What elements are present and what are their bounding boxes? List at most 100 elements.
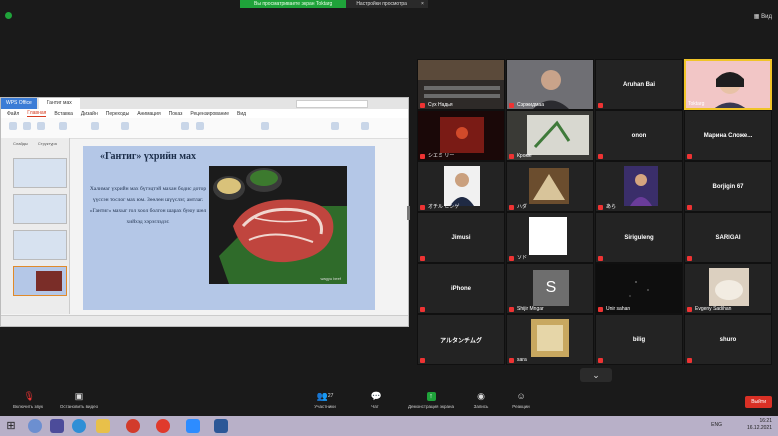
menu-item[interactable]: Показ	[169, 111, 183, 117]
gallery-next-page-button[interactable]: ⌄	[580, 368, 612, 382]
participant-tile[interactable]: bilig	[595, 314, 683, 365]
muted-mic-icon	[598, 154, 603, 159]
participant-name: シエミ リー	[428, 153, 455, 159]
record-button[interactable]: ◉ Запись	[468, 392, 494, 410]
tray-language[interactable]: ENG	[711, 422, 722, 428]
new-slide-icon[interactable]	[59, 122, 67, 130]
edge-browser-icon[interactable]	[72, 419, 86, 433]
participant-avatar: S	[533, 270, 569, 306]
participant-tile[interactable]: Unir sahan	[595, 263, 683, 314]
taskbar-clock[interactable]: 16:21 16.12.2021	[747, 418, 772, 432]
participant-tile[interactable]: Сүх Надья	[417, 59, 505, 110]
participant-name: Evgeny Sadihan	[695, 306, 732, 312]
menu-item[interactable]: Вид	[237, 111, 246, 117]
unmute-button[interactable]: 🎙 Включить звук	[6, 392, 50, 410]
reactions-label: Реакции	[512, 404, 530, 409]
app-search-input[interactable]	[296, 99, 368, 108]
participant-tile[interactable]: Марина Сложе...	[684, 110, 772, 161]
slide-canvas[interactable]: «Гантиг» үхрийн мах Халимаг үхрийн мах б…	[83, 146, 375, 310]
shapes-icon[interactable]	[331, 122, 339, 130]
opera-icon[interactable]	[126, 419, 140, 433]
chat-button[interactable]: 💬 Чат	[364, 392, 386, 410]
tab-outline[interactable]: Структура	[38, 141, 57, 146]
menu-item[interactable]: Рецензирование	[190, 111, 229, 117]
participant-name: Сэржидмаа	[517, 102, 544, 108]
view-button[interactable]: ▦ Вид	[754, 13, 772, 20]
shared-screen: WPS Office Гантиг мах Файл Главная Встав…	[0, 97, 409, 327]
muted-mic-icon	[687, 205, 692, 210]
participant-tile[interactable]: Evgeny Sadihan	[684, 263, 772, 314]
participant-tile[interactable]: Aruhan Bai	[595, 59, 683, 110]
participant-tile[interactable]: Сэржидмаа	[506, 59, 594, 110]
muted-mic-icon	[598, 358, 603, 363]
participants-label: Участники	[314, 404, 336, 409]
bold-icon[interactable]	[181, 122, 189, 130]
align-icon[interactable]	[261, 122, 269, 130]
participant-tile[interactable]: S Shijir Mngar	[506, 263, 594, 314]
cut-icon[interactable]	[23, 122, 31, 130]
slide-thumbnail[interactable]	[13, 194, 67, 224]
reactions-button[interactable]: ☺ Реакции	[506, 392, 536, 410]
windows-start-icon[interactable]: ⊞	[4, 419, 18, 433]
paste-icon[interactable]	[9, 122, 17, 130]
share-resize-handle[interactable]	[407, 206, 410, 220]
doc-tab[interactable]: Гантиг мах	[38, 98, 80, 109]
leave-button[interactable]: Выйти	[745, 396, 772, 408]
view-options-button[interactable]: Настройки просмотра	[346, 0, 417, 8]
participant-tile[interactable]: shuro	[684, 314, 772, 365]
participant-tile[interactable]: Jimusi	[417, 212, 505, 263]
participant-tile[interactable]: SARIGAI	[684, 212, 772, 263]
tab-slides[interactable]: Слайды	[13, 141, 28, 146]
menu-item[interactable]: Файл	[7, 111, 19, 117]
arrange-icon[interactable]	[361, 122, 369, 130]
security-shield-icon[interactable]	[5, 12, 12, 19]
participant-tile[interactable]: onon	[595, 110, 683, 161]
app-tab[interactable]: WPS Office	[1, 98, 37, 109]
participant-name-center: iPhone	[450, 285, 471, 292]
participant-tile[interactable]: ソド	[506, 212, 594, 263]
menu-item[interactable]: Переходы	[106, 111, 129, 117]
stop-video-button[interactable]: ▣ Остановить видео	[52, 392, 106, 410]
participants-count: 27	[327, 393, 334, 399]
share-banner: Вы просматриваете экран Toktarg Настройк…	[240, 0, 428, 8]
font-icon[interactable]	[121, 122, 129, 130]
participant-name-center: Aruhan Bai	[622, 81, 655, 88]
share-screen-button[interactable]: ↑ Демонстрация экрана	[398, 392, 464, 409]
menu-item[interactable]: Дизайн	[81, 111, 98, 117]
yandex-icon[interactable]	[156, 419, 170, 433]
participant-tile[interactable]: アルタンチムグ	[417, 314, 505, 365]
slide-thumbnail[interactable]	[13, 230, 67, 260]
file-explorer-icon[interactable]	[96, 419, 110, 433]
participant-name-center: onon	[631, 132, 647, 139]
italic-icon[interactable]	[196, 122, 204, 130]
slide-thumbnail-selected[interactable]	[13, 266, 67, 296]
zoom-app-icon[interactable]	[186, 419, 200, 433]
banner-close-icon[interactable]: ×	[416, 0, 428, 8]
participant-tile[interactable]: ハダ	[506, 161, 594, 212]
copy-icon[interactable]	[37, 122, 45, 130]
muted-mic-icon	[598, 307, 603, 312]
muted-mic-icon	[420, 205, 425, 210]
participants-button[interactable]: 👥27 Участники	[308, 392, 342, 410]
participant-tile-active-speaker[interactable]: Toktarg	[684, 59, 772, 110]
menu-item[interactable]: Анимация	[137, 111, 160, 117]
slide-thumbnail[interactable]	[13, 158, 67, 188]
participant-tile[interactable]: あら	[595, 161, 683, 212]
participant-tile[interactable]: iPhone	[417, 263, 505, 314]
participant-tile[interactable]: Siriguleng	[595, 212, 683, 263]
participant-tile[interactable]: Borjigin 67	[684, 161, 772, 212]
muted-mic-icon	[509, 154, 514, 159]
layout-icon[interactable]	[91, 122, 99, 130]
participant-tile[interactable]: シエミ リー	[417, 110, 505, 161]
word-icon[interactable]	[214, 419, 228, 433]
participant-name: sara	[517, 357, 527, 363]
menu-item[interactable]: Вставка	[54, 111, 73, 117]
participant-tile[interactable]: sara	[506, 314, 594, 365]
avatar-initial: S	[545, 279, 557, 296]
participant-tile[interactable]: オチル ヒシゲ	[417, 161, 505, 212]
task-view-icon[interactable]	[50, 419, 64, 433]
menu-item[interactable]: Главная	[27, 110, 47, 117]
participant-name: ソド	[517, 255, 528, 261]
search-icon[interactable]	[28, 419, 42, 433]
participant-tile[interactable]: Кроме	[506, 110, 594, 161]
